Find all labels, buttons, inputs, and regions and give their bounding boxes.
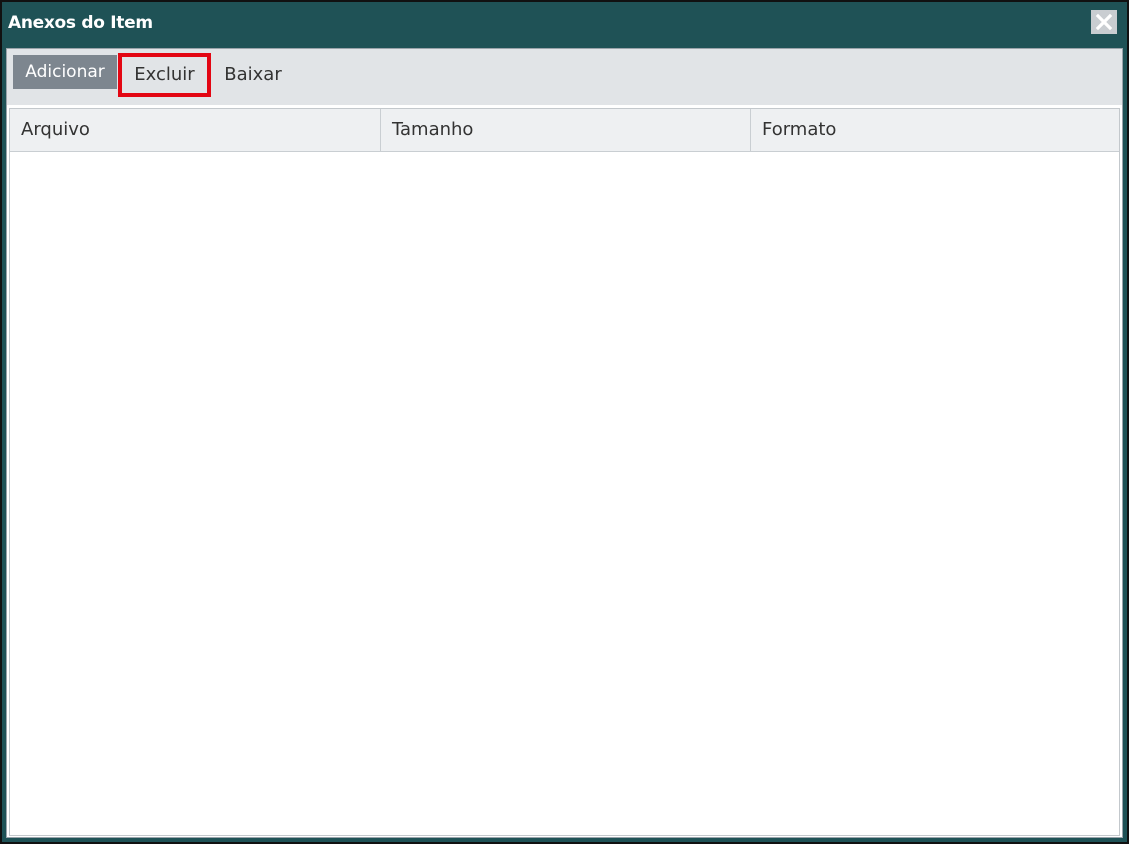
attachments-dialog: Anexos do Item Adicionar Excluir Baixar … (0, 0, 1129, 844)
grid-header: Arquivo Tamanho Formato (10, 109, 1119, 152)
download-button[interactable]: Baixar (217, 57, 289, 93)
grid-body-empty[interactable] (10, 152, 1119, 835)
toolbar: Adicionar Excluir Baixar (7, 49, 1122, 107)
dialog-titlebar[interactable]: Anexos do Item (2, 2, 1127, 48)
dialog-title: Anexos do Item (8, 13, 153, 33)
close-button[interactable] (1091, 10, 1117, 34)
column-header-format[interactable]: Formato (751, 109, 1119, 151)
dialog-body: Adicionar Excluir Baixar Arquivo Tamanho… (6, 48, 1123, 838)
attachments-grid: Arquivo Tamanho Formato (9, 108, 1120, 836)
delete-button[interactable]: Excluir (118, 53, 211, 97)
column-header-size[interactable]: Tamanho (381, 109, 751, 151)
close-icon (1095, 13, 1113, 31)
add-button[interactable]: Adicionar (13, 55, 117, 89)
column-header-file[interactable]: Arquivo (10, 109, 381, 151)
